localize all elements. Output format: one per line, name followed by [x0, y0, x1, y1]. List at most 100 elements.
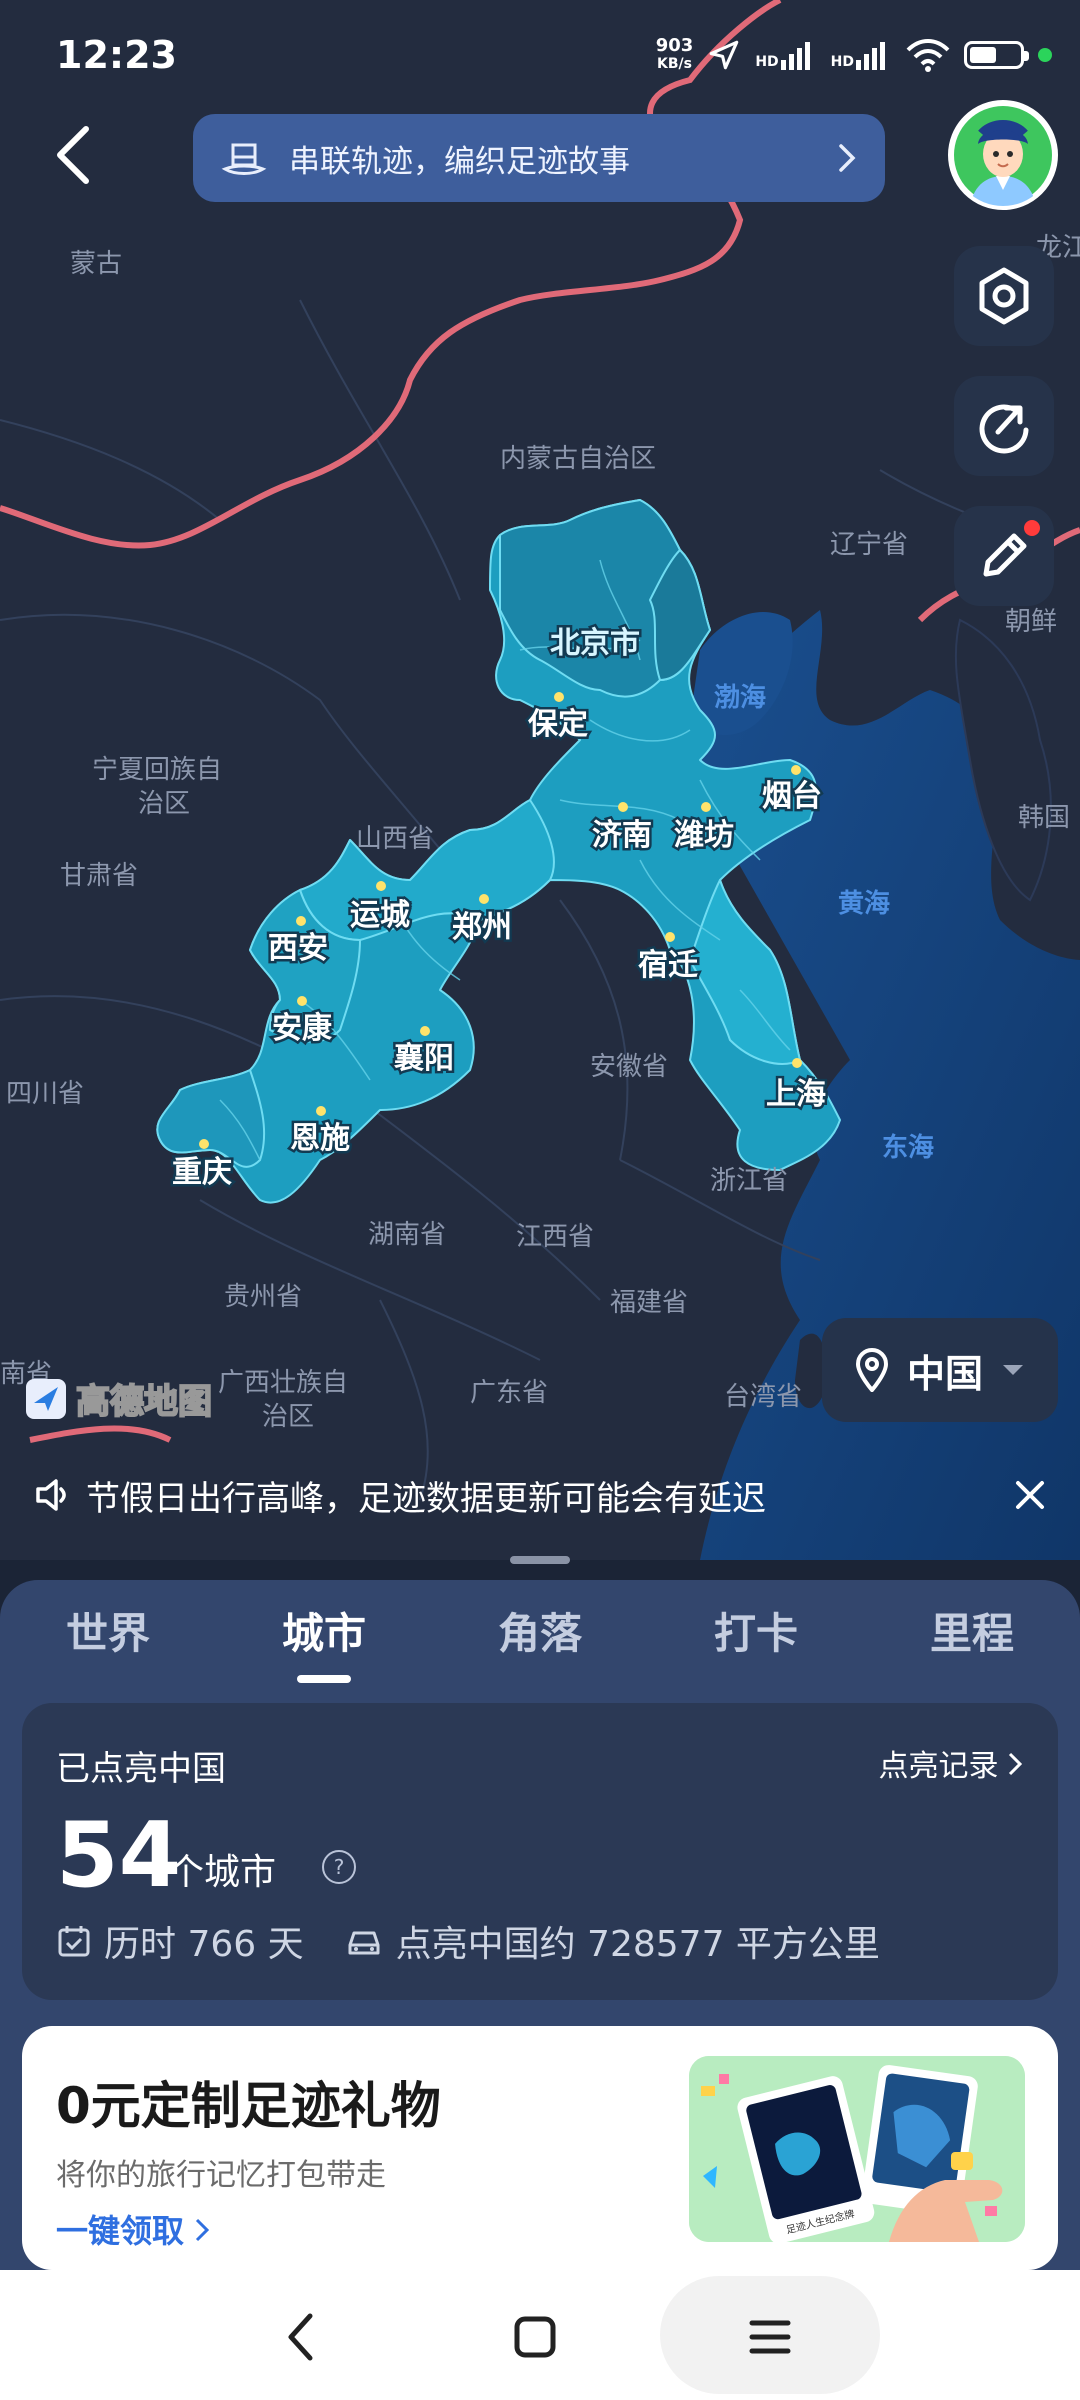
- signal-1-label: HD: [755, 54, 779, 70]
- label-korea: 韩国: [1018, 803, 1070, 833]
- country-selector[interactable]: 中国: [822, 1318, 1058, 1422]
- label-shanxi: 山西省: [356, 824, 434, 854]
- nav-home-button[interactable]: [480, 2292, 590, 2382]
- close-icon[interactable]: [1012, 1477, 1048, 1513]
- label-east-sea: 东海: [882, 1132, 934, 1163]
- claim-link-label: 一键领取: [56, 2212, 185, 2250]
- chevron-right-icon: [1008, 1752, 1023, 1776]
- label-baoding: 保定: [528, 707, 588, 742]
- location-arrow-icon: [710, 40, 739, 70]
- gift-title: 0元定制足迹礼物: [56, 2077, 441, 2135]
- label-ningxia-1: 宁夏回族自: [92, 755, 222, 785]
- tab-world[interactable]: 世界: [66, 1600, 150, 1661]
- tab-corner[interactable]: 角落: [498, 1600, 582, 1661]
- user-avatar[interactable]: [948, 100, 1058, 210]
- category-tabs: 世界 城市 角落 打卡 里程: [0, 1600, 1080, 1690]
- amap-logo: 高德地图: [24, 1374, 213, 1423]
- network-speed: 903 KB/s: [656, 37, 694, 73]
- country-selector-label: 中国: [906, 1351, 983, 1396]
- chevron-right-icon: [839, 144, 856, 172]
- chevron-left-icon: [288, 2313, 313, 2361]
- gift-subtitle: 将你的旅行记忆打包带走: [56, 2158, 386, 2193]
- area-text: 点亮中国约 728577 平方公里: [395, 1924, 880, 1965]
- label-sichuan: 四川省: [6, 1079, 84, 1109]
- signal-2-label: HD: [830, 54, 854, 70]
- tab-mileage[interactable]: 里程: [930, 1600, 1014, 1661]
- label-gansu: 甘肃省: [60, 861, 138, 891]
- share-button[interactable]: [954, 376, 1054, 476]
- label-north-korea: 朝鲜: [1005, 607, 1057, 637]
- notice-text: 节假日出行高峰，足迹数据更新可能会有延迟: [86, 1478, 766, 1519]
- location-pin-icon: [855, 1348, 888, 1392]
- label-guangdong: 广东省: [470, 1378, 548, 1408]
- wifi-icon: [906, 39, 950, 72]
- avatar-image: [952, 104, 1054, 206]
- label-suqian: 宿迁: [638, 948, 698, 983]
- menu-lines-icon: [749, 2320, 791, 2354]
- label-ningxia-2: 治区: [138, 789, 190, 819]
- card-stats: 历时 766 天 点亮中国约 728577 平方公里: [56, 1915, 880, 1967]
- network-speed-unit: KB/s: [657, 56, 692, 72]
- chevron-left-icon: [57, 126, 89, 184]
- sheet-drag-handle[interactable]: [510, 1556, 570, 1564]
- days-text: 历时 766 天: [104, 1924, 304, 1965]
- label-zhengzhou: 郑州: [452, 910, 512, 945]
- label-yuncheng: 运城: [350, 898, 410, 933]
- label-xiangyang: 襄阳: [394, 1041, 454, 1076]
- pencil-icon: [983, 533, 1027, 577]
- speaker-icon: [36, 1479, 66, 1511]
- label-xian: 西安: [268, 931, 328, 966]
- city-count-unit: 个城市: [168, 1852, 277, 1893]
- city-count: 54: [56, 1803, 182, 1908]
- banner-text: 串联轨迹，编织足迹故事: [289, 143, 630, 180]
- nav-recents-button[interactable]: [715, 2292, 825, 2382]
- gift-artwork: 足迹人生纪念牌: [689, 2056, 1025, 2242]
- help-icon[interactable]: ?: [322, 1850, 356, 1884]
- label-chongqing: 重庆: [172, 1155, 232, 1190]
- label-beijing: 北京市: [550, 626, 640, 661]
- label-mongolia: 蒙古: [70, 249, 122, 279]
- label-weifang: 潍坊: [674, 818, 734, 853]
- car-icon: [348, 1931, 380, 1955]
- label-jinan: 济南: [592, 818, 652, 853]
- label-ankang: 安康: [272, 1011, 333, 1046]
- label-hunan: 湖南省: [368, 1220, 446, 1250]
- gift-cards-illustration: 足迹人生纪念牌: [689, 2056, 1025, 2242]
- square-home-icon: [514, 2316, 556, 2358]
- signal-bars-icon: [856, 42, 885, 70]
- gift-promo-card[interactable]: 0元定制足迹礼物 将你的旅行记忆打包带走 一键领取 足迹人生纪念牌: [22, 2026, 1058, 2270]
- status-icons: 903 KB/s HD HD: [656, 37, 1052, 73]
- label-zhejiang: 浙江省: [710, 1166, 788, 1196]
- notification-dot: [1024, 520, 1040, 536]
- hexagon-settings-icon: [979, 267, 1029, 325]
- status-bar: 12:23 903 KB/s HD HD: [0, 0, 1080, 110]
- light-record-label: 点亮记录: [878, 1749, 999, 1784]
- signal-2: HD: [831, 40, 892, 70]
- status-time: 12:23: [56, 33, 177, 77]
- delay-notice: 节假日出行高峰，足迹数据更新可能会有延迟: [0, 1460, 1080, 1530]
- label-taiwan: 台湾省: [724, 1382, 802, 1412]
- edit-button[interactable]: [954, 506, 1054, 606]
- magician-hat-icon: [221, 143, 267, 175]
- trajectory-story-banner[interactable]: 串联轨迹，编织足迹故事: [193, 114, 885, 202]
- tab-city[interactable]: 城市: [282, 1600, 366, 1683]
- battery-icon: [964, 41, 1029, 69]
- light-record-link[interactable]: 点亮记录: [878, 1741, 1023, 1785]
- label-bohai: 渤海: [714, 683, 766, 713]
- battery-fill: [970, 47, 996, 63]
- label-enshi: 恩施: [290, 1121, 350, 1156]
- caret-down-icon: [1003, 1365, 1023, 1375]
- settings-button[interactable]: [954, 246, 1054, 346]
- card-title: 已点亮中国: [56, 1749, 226, 1789]
- network-speed-value: 903: [655, 35, 694, 56]
- label-jiangxi: 江西省: [516, 1222, 594, 1252]
- claim-link[interactable]: 一键领取: [56, 2206, 210, 2252]
- amap-logo-text: 高德地图: [75, 1381, 213, 1423]
- back-button[interactable]: [34, 115, 114, 195]
- label-guangxi-1: 广西壮族自: [218, 1368, 348, 1398]
- chevron-right-icon: [196, 2218, 210, 2242]
- nav-back-button[interactable]: [245, 2292, 355, 2382]
- share-icon: [979, 404, 1029, 454]
- signal-bars-icon: [780, 42, 810, 70]
- tab-checkin[interactable]: 打卡: [714, 1600, 798, 1661]
